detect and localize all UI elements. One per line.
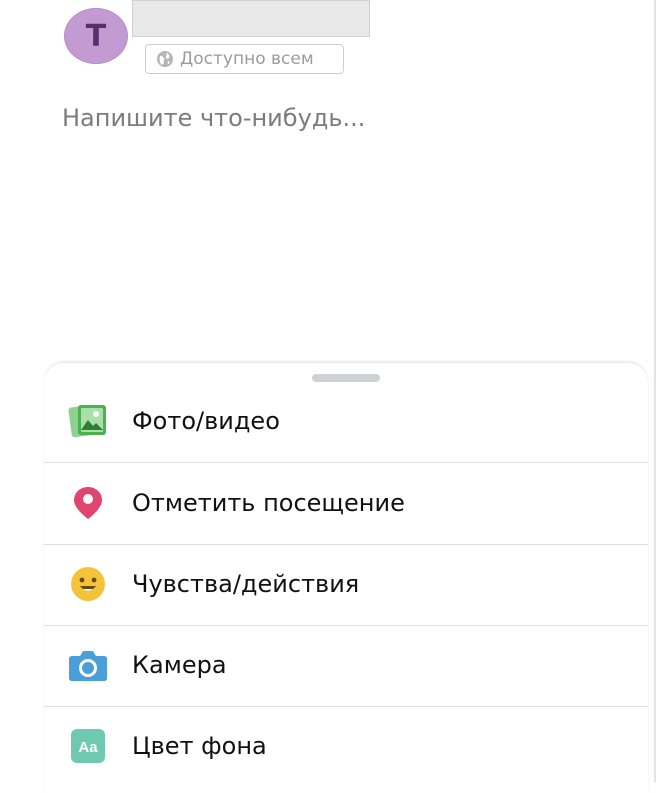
option-label: Камера <box>132 651 227 679</box>
option-feelings[interactable]: Чувства/действия <box>44 544 648 624</box>
avatar-initial: T <box>85 18 107 54</box>
avatar: T <box>64 8 128 64</box>
background-color-icon: Aa <box>68 726 108 766</box>
option-label: Цвет фона <box>132 732 267 760</box>
option-label: Отметить посещение <box>132 489 405 517</box>
globe-icon <box>157 51 173 67</box>
window-edge <box>654 0 656 782</box>
camera-icon <box>68 645 108 685</box>
post-text-input[interactable]: Напишите что-нибудь... <box>62 104 365 132</box>
option-label: Фото/видео <box>132 407 280 435</box>
option-background-color[interactable]: Aa Цвет фона <box>44 706 648 786</box>
smiley-icon <box>68 564 108 604</box>
option-check-in[interactable]: Отметить посещение <box>44 463 648 543</box>
svg-text:Aa: Aa <box>78 739 98 756</box>
option-label: Чувства/действия <box>132 570 360 598</box>
option-camera[interactable]: Камера <box>44 625 648 705</box>
option-photo-video[interactable]: Фото/видео <box>44 381 648 461</box>
location-pin-icon <box>68 483 108 523</box>
privacy-selector[interactable]: Доступно всем <box>145 44 344 74</box>
user-name-placeholder <box>132 0 370 37</box>
photo-video-icon <box>68 401 108 441</box>
privacy-label: Доступно всем <box>180 49 314 69</box>
post-options-sheet: Фото/видео Отметить посещение Чувства/де… <box>44 362 648 793</box>
